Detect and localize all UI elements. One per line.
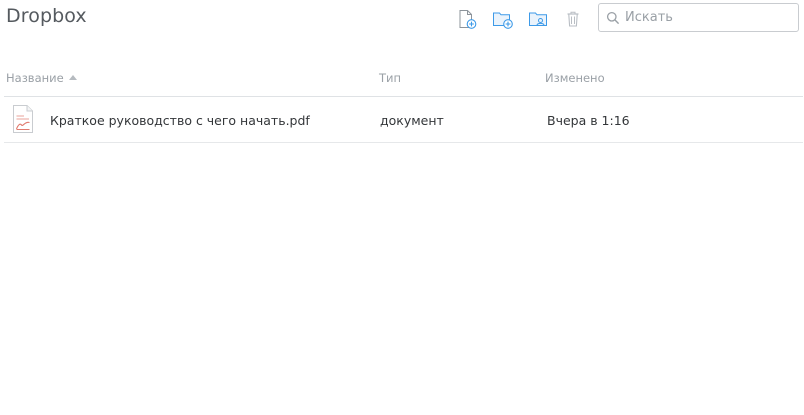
header-divider xyxy=(4,96,803,97)
dropbox-page: Dropbox Искать Название Тип Изменено Кра… xyxy=(0,0,804,415)
column-header-type[interactable]: Тип xyxy=(379,71,401,85)
new-file-button[interactable] xyxy=(456,8,478,30)
search-icon xyxy=(606,11,620,25)
file-row[interactable]: Краткое руководство с чего начать.pdf до… xyxy=(4,98,803,143)
search-input[interactable] xyxy=(625,7,793,28)
search-box xyxy=(598,3,799,32)
sort-ascending-icon xyxy=(68,75,77,80)
file-modified: Вчера в 1:16 xyxy=(547,113,630,128)
new-folder-icon xyxy=(493,12,513,29)
column-header-modified[interactable]: Изменено xyxy=(545,71,605,85)
page-title: Dropbox xyxy=(6,5,87,27)
delete-button[interactable] xyxy=(562,8,584,30)
file-type: документ xyxy=(380,113,444,128)
new-folder-button[interactable] xyxy=(492,8,514,30)
column-header-name[interactable]: Название xyxy=(6,71,77,85)
trash-icon xyxy=(567,11,579,27)
shared-folder-button[interactable] xyxy=(528,8,550,30)
shared-folder-icon xyxy=(529,12,547,26)
new-file-icon xyxy=(459,10,477,29)
file-name[interactable]: Краткое руководство с чего начать.pdf xyxy=(50,113,310,128)
column-header-name-label: Название xyxy=(6,71,64,85)
pdf-file-icon xyxy=(10,104,36,134)
